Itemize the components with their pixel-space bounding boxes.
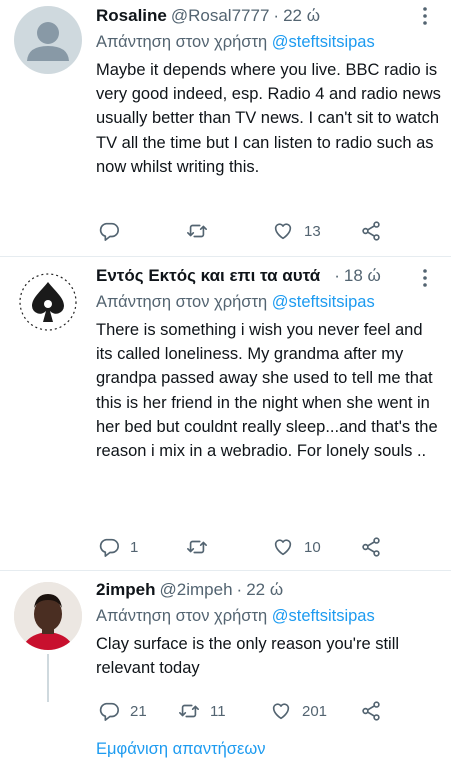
share-button[interactable]	[360, 536, 382, 558]
reply-context: Απάντηση στον χρήστη @steftsitsipas	[96, 604, 441, 628]
reply-button[interactable]: 1	[98, 536, 138, 558]
user-handle[interactable]: @Rosal7777	[171, 6, 270, 26]
tweet-actions: 13	[0, 218, 451, 244]
share-icon	[362, 221, 380, 241]
display-name[interactable]: Εντός Εκτός και επι τα αυτά	[96, 266, 320, 286]
tweet-text: Maybe it depends where you live. BBC rad…	[96, 61, 441, 176]
share-button[interactable]	[360, 700, 382, 722]
timestamp[interactable]: 22 ώ	[246, 580, 283, 600]
default-avatar-icon	[27, 22, 69, 61]
thread-line	[47, 654, 49, 702]
tweet-actions: 21 11 201	[0, 698, 451, 724]
reply-prefix: Απάντηση στον χρήστη	[96, 293, 268, 311]
reply-prefix: Απάντηση στον χρήστη	[96, 607, 268, 625]
tweet-header: Εντός Εκτός και επι τα αυτά · 18 ώ	[96, 264, 441, 288]
tweet-header: Rosaline @Rosal7777 · 22 ώ	[96, 4, 441, 28]
retweet-button[interactable]: 11	[178, 700, 226, 722]
like-icon	[272, 703, 290, 720]
avatar-spade[interactable]	[14, 268, 82, 336]
reply-button[interactable]: 21	[98, 700, 147, 722]
reply-button[interactable]	[98, 220, 130, 242]
tweet-divider	[0, 570, 451, 571]
separator-dot: ·	[334, 266, 340, 285]
tweet-header: 2impeh @2impeh · 22 ώ	[96, 578, 441, 602]
person-avatar-icon	[14, 582, 82, 650]
reply-icon	[99, 222, 119, 241]
reply-context: Απάντηση στον χρήστη @steftsitsipas	[96, 30, 441, 54]
timestamp[interactable]: 22 ώ	[283, 6, 320, 26]
retweet-button[interactable]	[186, 220, 218, 242]
more-icon[interactable]	[417, 6, 433, 26]
tweet-divider	[0, 256, 451, 257]
reply-mention-link[interactable]: @steftsitsipas	[272, 33, 375, 51]
separator-dot: ·	[273, 6, 280, 25]
retweet-count: 11	[210, 702, 226, 720]
reply-context: Απάντηση στον χρήστη @steftsitsipas	[96, 290, 441, 314]
reply-prefix: Απάντηση στον χρήστη	[96, 33, 268, 51]
tweet-text: Clay surface is the only reason you're s…	[96, 635, 400, 678]
tweet-entos-ektos[interactable]: Εντός Εκτός και επι τα αυτά · 18 ώ Απάντ…	[0, 258, 451, 570]
reply-icon	[99, 538, 119, 557]
reply-mention-link[interactable]: @steftsitsipas	[272, 293, 375, 311]
display-name[interactable]: 2impeh	[96, 580, 156, 600]
tweet-actions: 1 10	[0, 534, 451, 560]
like-button[interactable]: 13	[272, 220, 321, 242]
like-icon	[274, 223, 292, 240]
separator-dot: ·	[236, 580, 243, 599]
reply-mention-link[interactable]: @steftsitsipas	[272, 607, 375, 625]
like-count: 10	[304, 538, 321, 556]
like-icon	[274, 539, 292, 556]
timestamp[interactable]: 18 ώ	[344, 266, 381, 286]
more-icon[interactable]	[417, 268, 433, 288]
user-handle[interactable]: @2impeh	[160, 580, 233, 600]
retweet-icon	[179, 704, 199, 718]
reply-icon	[99, 702, 119, 721]
reply-count: 21	[130, 702, 147, 720]
retweet-button[interactable]	[186, 536, 218, 558]
show-replies-link[interactable]: Εμφάνιση απαντήσεων	[96, 740, 265, 759]
retweet-icon	[187, 540, 207, 554]
avatar-photo[interactable]	[14, 582, 82, 650]
like-count: 201	[302, 702, 328, 720]
share-icon	[362, 537, 380, 557]
spade-avatar-icon	[19, 273, 77, 331]
retweet-icon	[187, 224, 207, 238]
tweet-2impeh[interactable]: 2impeh @2impeh · 22 ώ Απάντηση στον χρήσ…	[0, 572, 451, 768]
reply-count: 1	[130, 538, 139, 556]
like-count: 13	[304, 222, 321, 240]
like-button[interactable]: 10	[272, 536, 321, 558]
like-button[interactable]: 201	[270, 700, 327, 722]
share-icon	[362, 701, 380, 721]
share-button[interactable]	[360, 220, 382, 242]
tweet-rosaline[interactable]: Rosaline @Rosal7777 · 22 ώ Απάντηση στον…	[0, 0, 451, 262]
display-name[interactable]: Rosaline	[96, 6, 167, 26]
tweet-text: There is something i wish you never feel…	[96, 321, 438, 461]
avatar-default[interactable]	[14, 6, 82, 74]
